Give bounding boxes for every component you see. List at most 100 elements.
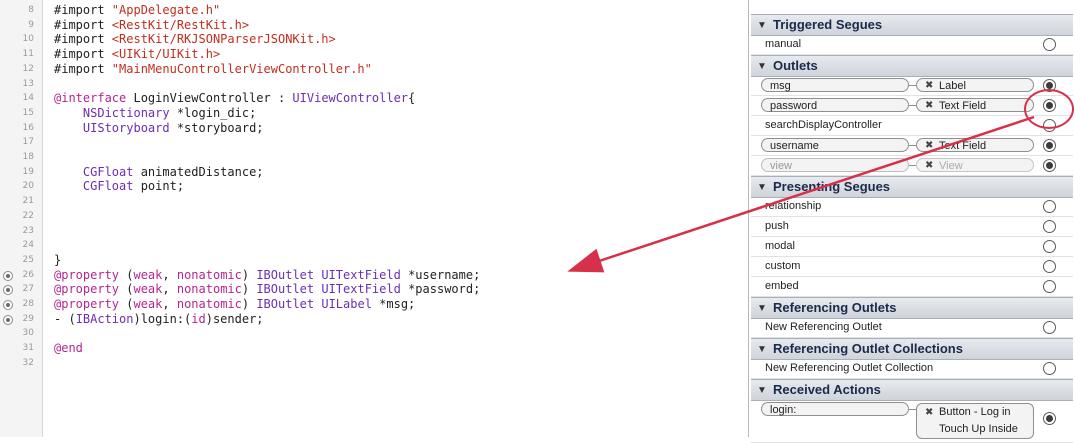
connection-source-pill[interactable]: view xyxy=(761,158,909,172)
code-token: @interface xyxy=(54,91,127,106)
connection-line xyxy=(909,85,916,86)
code-line[interactable]: 32 xyxy=(0,356,740,370)
disclosure-triangle-icon[interactable]: ▼ xyxy=(757,344,767,355)
code-line[interactable]: 23 xyxy=(0,224,740,238)
code-line[interactable]: 28 @property (weak, nonatomic) IBOutlet U… xyxy=(0,297,740,311)
code-line[interactable]: 18 xyxy=(0,150,740,164)
connection-source-pill[interactable]: msg xyxy=(761,78,909,92)
connection-target-pill[interactable]: ✖ View xyxy=(916,158,1034,172)
code-token: } xyxy=(54,252,62,267)
section-title: Presenting Segues xyxy=(773,179,891,194)
connection-well-icon[interactable] xyxy=(1043,412,1056,425)
connection-well-icon[interactable] xyxy=(1043,260,1056,273)
connection-row[interactable]: searchDisplayController xyxy=(751,116,1073,136)
connection-target-pill[interactable]: ✖ Text Field xyxy=(916,98,1034,112)
remove-connection-icon[interactable]: ✖ xyxy=(925,139,933,153)
code-line[interactable]: 13 xyxy=(0,77,740,91)
code-line[interactable]: 31 @end xyxy=(0,341,740,355)
connection-row[interactable]: msg ✖ Label xyxy=(751,76,1073,96)
connection-row[interactable]: manual xyxy=(751,35,1073,55)
connection-source-pill[interactable]: username xyxy=(761,138,909,152)
section-header-received-actions[interactable]: ▼ Received Actions xyxy=(751,379,1073,401)
code-line[interactable]: 24 xyxy=(0,238,740,252)
code-line[interactable]: 9 #import <RestKit/RestKit.h> xyxy=(0,18,740,32)
code-line[interactable]: 26 @property (weak, nonatomic) IBOutlet U… xyxy=(0,268,740,282)
code-token: #import xyxy=(54,61,112,76)
connection-well-icon[interactable] xyxy=(1043,280,1056,293)
connection-well-icon[interactable] xyxy=(1043,139,1056,152)
code-token: weak xyxy=(133,282,163,297)
disclosure-triangle-icon[interactable]: ▼ xyxy=(757,385,767,396)
connection-source-pill[interactable]: password xyxy=(761,98,909,112)
connection-source-pill[interactable]: login: xyxy=(761,402,909,416)
code-token: { xyxy=(408,91,416,106)
connection-well-icon[interactable] xyxy=(1043,38,1056,51)
remove-connection-icon[interactable]: ✖ xyxy=(925,159,933,173)
connection-row[interactable]: custom xyxy=(751,257,1073,277)
code-token: @property xyxy=(54,282,120,297)
connection-line xyxy=(909,105,916,106)
line-number: 13 xyxy=(22,78,34,89)
code-line[interactable]: 29 - (IBAction)login:(id)sender; xyxy=(0,312,740,326)
section-header-referencing-outlet-collections[interactable]: ▼ Referencing Outlet Collections xyxy=(751,338,1073,360)
connection-well-icon[interactable] xyxy=(1043,362,1056,375)
connection-row[interactable]: relationship xyxy=(751,197,1073,217)
code-line[interactable]: 15 NSDictionary *login_dic; xyxy=(0,106,740,120)
disclosure-triangle-icon[interactable]: ▼ xyxy=(757,61,767,72)
remove-connection-icon[interactable]: ✖ xyxy=(925,407,933,418)
connection-target-pill[interactable]: ✖ Text Field xyxy=(916,138,1034,152)
line-number: 11 xyxy=(22,49,34,60)
code-line[interactable]: 11 #import <UIKit/UIKit.h> xyxy=(0,47,740,61)
code-line[interactable]: 22 xyxy=(0,209,740,223)
code-line[interactable]: 30 xyxy=(0,326,740,340)
code-token: , xyxy=(162,282,177,297)
disclosure-triangle-icon[interactable]: ▼ xyxy=(757,182,767,193)
code-line[interactable]: 14 @interface LoginViewController : UIVie… xyxy=(0,91,740,105)
connection-row[interactable]: push xyxy=(751,217,1073,237)
code-line[interactable]: 10 #import <RestKit/RKJSONParserJSONKit.h… xyxy=(0,32,740,46)
remove-connection-icon[interactable]: ✖ xyxy=(925,79,933,93)
connection-well-icon[interactable] xyxy=(1043,240,1056,253)
connection-row[interactable]: username ✖ Text Field xyxy=(751,136,1073,156)
section-header-triggered-segues[interactable]: ▼ Triggered Segues xyxy=(751,14,1073,36)
code-text: #import "MainMenuControllerViewControlle… xyxy=(54,62,372,76)
code-line[interactable]: 8 #import "AppDelegate.h" xyxy=(0,3,740,17)
code-line[interactable]: 17 xyxy=(0,135,740,149)
disclosure-triangle-icon[interactable]: ▼ xyxy=(757,20,767,31)
connection-well-icon[interactable] xyxy=(1043,159,1056,172)
connection-well-icon[interactable] xyxy=(1043,200,1056,213)
code-line[interactable]: 27 @property (weak, nonatomic) IBOutlet U… xyxy=(0,282,740,296)
code-line[interactable]: 16 UIStoryboard *storyboard; xyxy=(0,121,740,135)
connection-row[interactable]: embed xyxy=(751,277,1073,297)
code-line[interactable]: 19 CGFloat animatedDistance; xyxy=(0,165,740,179)
code-text: CGFloat point; xyxy=(54,179,184,193)
connection-target-pill[interactable]: ✖ Button - Log in Touch Up Inside xyxy=(916,403,1034,439)
section-header-presenting-segues[interactable]: ▼ Presenting Segues xyxy=(751,176,1073,198)
remove-connection-icon[interactable]: ✖ xyxy=(925,99,933,113)
code-token: UIViewController xyxy=(292,91,409,106)
code-token: nonatomic xyxy=(176,282,242,297)
connection-row[interactable]: New Referencing Outlet Collection xyxy=(751,359,1073,379)
code-token: UIStoryboard xyxy=(82,120,170,135)
code-token: IBOutlet xyxy=(256,267,315,282)
code-line[interactable]: 12 #import "MainMenuControllerViewControl… xyxy=(0,62,740,76)
section-title: Received Actions xyxy=(773,382,881,397)
code-line[interactable]: 21 xyxy=(0,194,740,208)
code-line[interactable]: 25} xyxy=(0,253,740,267)
code-editor[interactable]: 8 #import "AppDelegate.h" 9 #import <RestKi… xyxy=(0,0,749,437)
section-header-referencing-outlets[interactable]: ▼ Referencing Outlets xyxy=(751,297,1073,319)
section-title: Triggered Segues xyxy=(773,17,883,32)
code-line[interactable]: 20 CGFloat point; xyxy=(0,179,740,193)
code-text: #import <RestKit/RKJSONParserJSONKit.h> xyxy=(54,32,336,46)
connection-well-icon[interactable] xyxy=(1043,220,1056,233)
connection-row[interactable]: New Referencing Outlet xyxy=(751,318,1073,338)
disclosure-triangle-icon[interactable]: ▼ xyxy=(757,303,767,314)
connection-well-icon[interactable] xyxy=(1043,321,1056,334)
connection-target-pill[interactable]: ✖ Label xyxy=(916,78,1034,92)
connection-row[interactable]: modal xyxy=(751,237,1073,257)
connection-label: custom xyxy=(765,260,801,272)
section-header-outlets[interactable]: ▼ Outlets xyxy=(751,55,1073,77)
connection-row[interactable]: view ✖ View xyxy=(751,156,1073,176)
